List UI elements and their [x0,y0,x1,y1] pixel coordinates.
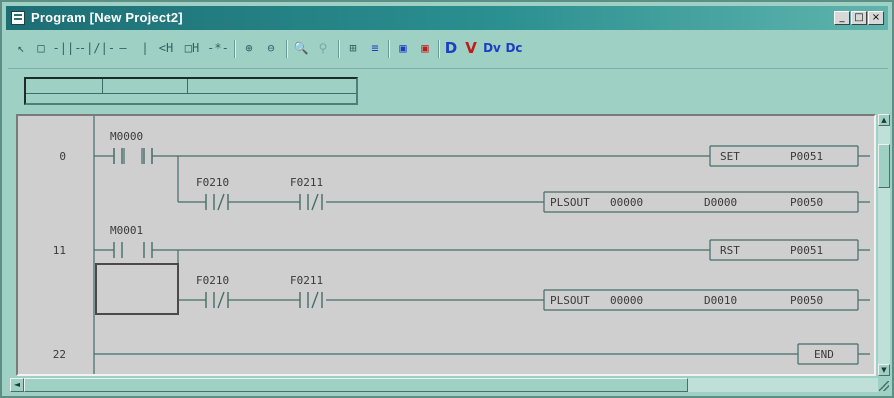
instruction-operand: D0000 [704,196,737,209]
vertical-scrollbar[interactable]: ▲ ▼ [878,114,890,376]
maximize-button[interactable]: □ [851,11,867,25]
zoom-in-icon[interactable]: ⊕ [240,38,258,58]
variable-icon[interactable]: V [462,38,480,58]
instruction-name: PLSOUT [550,196,590,209]
device-comment-icon[interactable]: Dc [504,38,524,58]
contact-label: F0210 [196,274,229,287]
instruction-name: PLSOUT [550,294,590,307]
selector-segment [103,79,188,93]
instruction-operand: P0051 [790,150,823,163]
contact-label: F0210 [196,176,229,189]
toolbar: ↖ □ -||- -|/|- — | <H □H -*- ⊕ ⊖ 🔍 ⚲ ⊞ ≡… [8,34,656,64]
rectangle-icon[interactable]: □ [32,38,50,58]
horizontal-scrollbar[interactable]: ◄ [10,378,878,392]
contact-nc-icon[interactable]: -|/|- [79,38,115,58]
scroll-down-icon[interactable]: ▼ [878,364,890,376]
close-button[interactable]: × [868,11,884,25]
contact-label: M0001 [110,224,143,237]
coil-icon[interactable]: <H [154,38,178,58]
contact-label: M0000 [110,130,143,143]
step-number: 11 [53,244,66,257]
toolbar-separator [234,40,235,58]
document-icon [11,11,25,25]
toolbar-separator [286,40,287,58]
vertical-scroll-thumb[interactable] [878,144,890,188]
ladder-diagram: 0 11 22 M0000 F0210 F0211 M0001 F0210 F0… [53,116,870,374]
minimize-button[interactable]: _ [834,11,850,25]
compile-icon[interactable]: ▣ [394,38,412,58]
selector-divider [26,93,356,94]
instruction-operand: D0010 [704,294,737,307]
device-variable-icon[interactable]: Dv [482,38,502,58]
step-number: 0 [59,150,66,163]
instruction-operand: P0050 [790,196,823,209]
list-icon[interactable]: ≡ [366,38,384,58]
selector-segment [26,79,103,93]
scroll-up-icon[interactable]: ▲ [878,114,890,126]
program-block-selector[interactable] [24,77,358,105]
invert-icon[interactable]: -*- [206,38,230,58]
horizontal-scroll-thumb[interactable] [24,378,688,392]
toolbar-separator [438,40,439,58]
zoom-fit-icon[interactable]: ⊞ [344,38,362,58]
toolbar-separator [338,40,339,58]
step-number: 22 [53,348,66,361]
resize-grip-icon[interactable] [878,378,890,392]
contact-label: F0211 [290,176,323,189]
ladder-editor[interactable]: 0 11 22 M0000 F0210 F0211 M0001 F0210 F0… [16,114,876,376]
contact-no-icon[interactable]: -||- [53,38,82,58]
instruction-operand: 00000 [610,196,643,209]
edit-cursor [95,263,179,315]
find-next-icon[interactable]: ⚲ [314,38,332,58]
scroll-left-icon[interactable]: ◄ [10,378,24,392]
contact-label: F0211 [290,274,323,287]
instruction-operand: P0051 [790,244,823,257]
function-block-icon[interactable]: □H [180,38,204,58]
device-icon[interactable]: D [442,38,460,58]
arrow-cursor-icon[interactable]: ↖ [12,38,30,58]
instruction-name: SET [720,150,740,163]
find-icon[interactable]: 🔍 [292,38,310,58]
zoom-out-icon[interactable]: ⊖ [262,38,280,58]
horizontal-line-icon[interactable]: — [114,38,132,58]
instruction-name: END [814,348,834,361]
instruction-operand: P0050 [790,294,823,307]
window-title: Program [New Project2] [31,10,183,25]
toolbar-separator [388,40,389,58]
vertical-line-icon[interactable]: | [136,38,154,58]
compile-all-icon[interactable]: ▣ [416,38,434,58]
program-window: Program [New Project2] _ □ × ↖ □ -||- -|… [0,0,894,398]
instruction-name: RST [720,244,740,257]
program-block-selector-row [8,68,888,109]
instruction-operand: 00000 [610,294,643,307]
title-bar[interactable]: Program [New Project2] _ □ × [6,6,888,30]
